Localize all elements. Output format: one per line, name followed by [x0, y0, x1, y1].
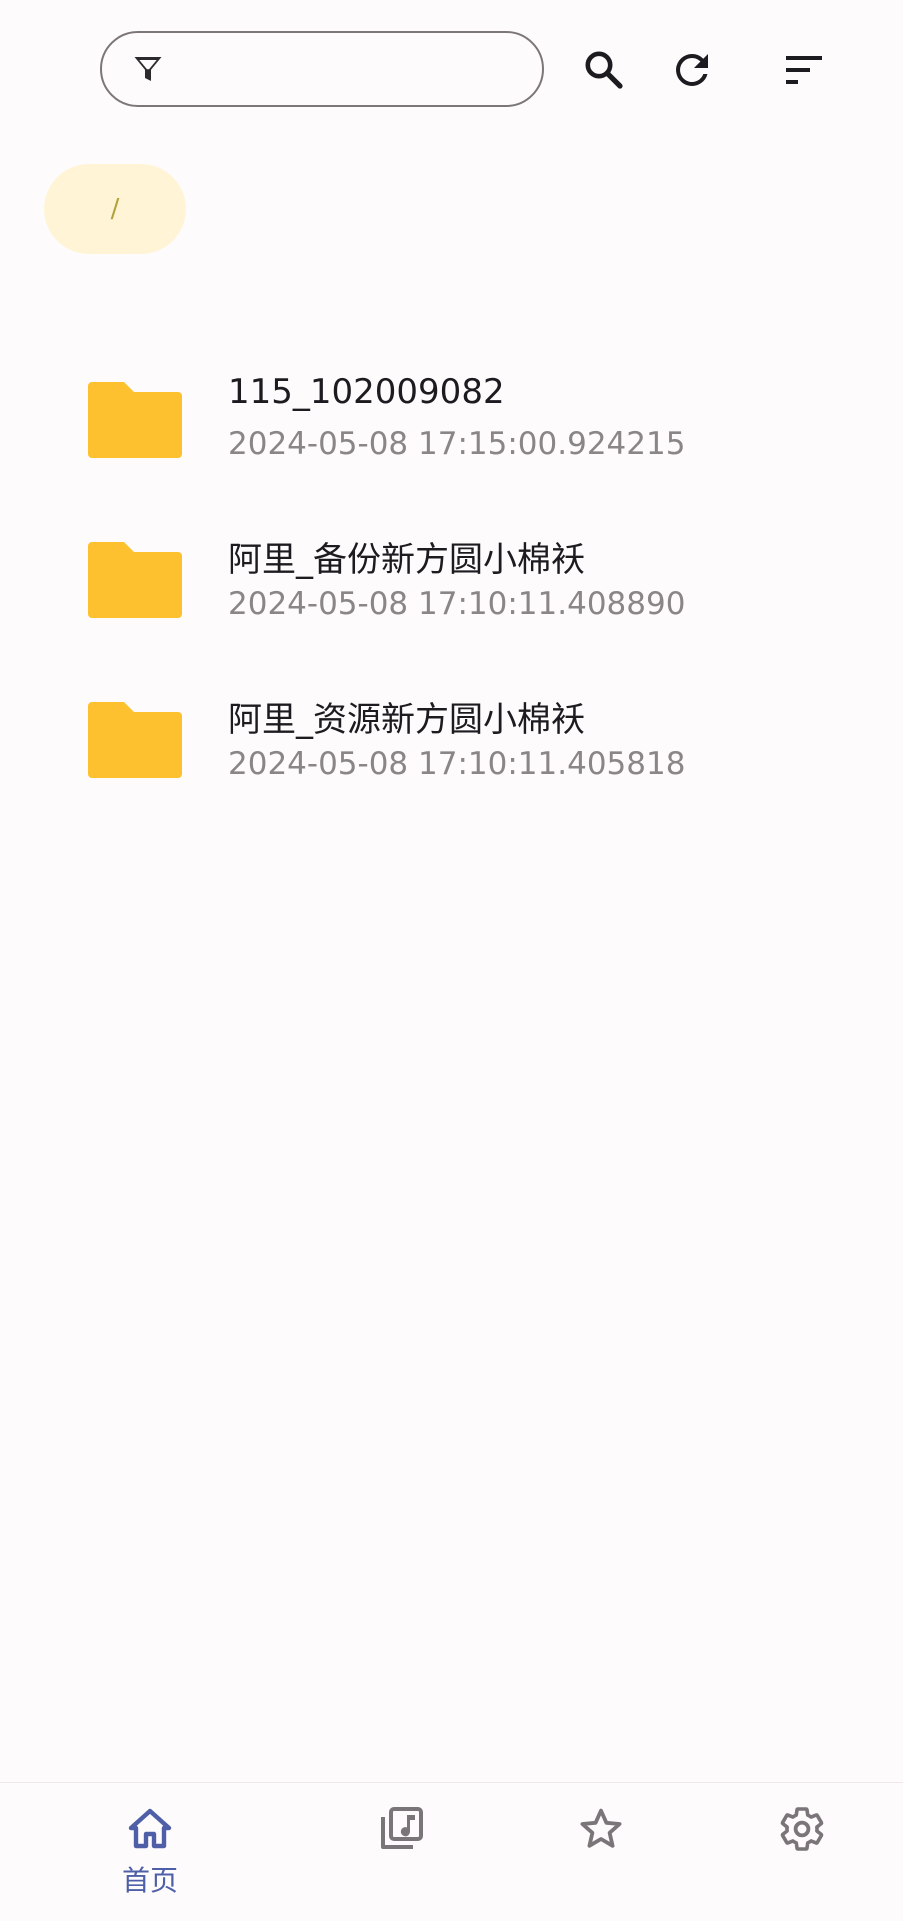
- search-button[interactable]: [580, 46, 628, 94]
- filter-input[interactable]: [182, 45, 516, 95]
- search-icon: [585, 51, 623, 89]
- list-item[interactable]: 阿里_备份新方圆小棉袄 2024-05-08 17:10:11.408890: [0, 500, 903, 660]
- sort-icon: [786, 56, 822, 84]
- top-toolbar: [0, 0, 903, 140]
- folder-icon: [88, 702, 182, 778]
- file-name: 阿里_备份新方圆小棉袄: [228, 540, 585, 580]
- file-date: 2024-05-08 17:15:00.924215: [228, 426, 686, 462]
- list-item[interactable]: 阿里_资源新方圆小棉袄 2024-05-08 17:10:11.405818: [0, 660, 903, 820]
- breadcrumb-root-chip[interactable]: /: [44, 164, 186, 254]
- folder-icon: [88, 382, 182, 458]
- sort-button[interactable]: [780, 46, 828, 94]
- folder-icon: [88, 542, 182, 618]
- file-name: 阿里_资源新方圆小棉袄: [228, 700, 585, 740]
- filter-icon: [134, 57, 162, 81]
- bottom-navigation: 首页: [0, 1782, 903, 1921]
- file-date: 2024-05-08 17:10:11.405818: [228, 746, 686, 782]
- refresh-button[interactable]: [668, 46, 716, 94]
- nav-item-home[interactable]: 首页: [50, 1783, 250, 1921]
- list-item[interactable]: 115_102009082 2024-05-08 17:15:00.924215: [0, 340, 903, 500]
- filter-field[interactable]: [100, 31, 544, 107]
- file-name: 115_102009082: [228, 372, 505, 412]
- star-icon: [580, 1808, 622, 1848]
- music-library-icon: [381, 1807, 423, 1849]
- file-date: 2024-05-08 17:10:11.408890: [228, 586, 686, 622]
- nav-item-media[interactable]: [301, 1783, 501, 1921]
- nav-label-home: 首页: [121, 1864, 178, 1897]
- refresh-icon: [676, 54, 708, 86]
- nav-item-settings[interactable]: [702, 1783, 902, 1921]
- nav-item-favorites[interactable]: [501, 1783, 701, 1921]
- breadcrumb-path: /: [110, 194, 120, 224]
- gear-icon: [780, 1807, 824, 1851]
- file-list: 115_102009082 2024-05-08 17:15:00.924215…: [0, 340, 903, 820]
- home-icon: [128, 1808, 172, 1849]
